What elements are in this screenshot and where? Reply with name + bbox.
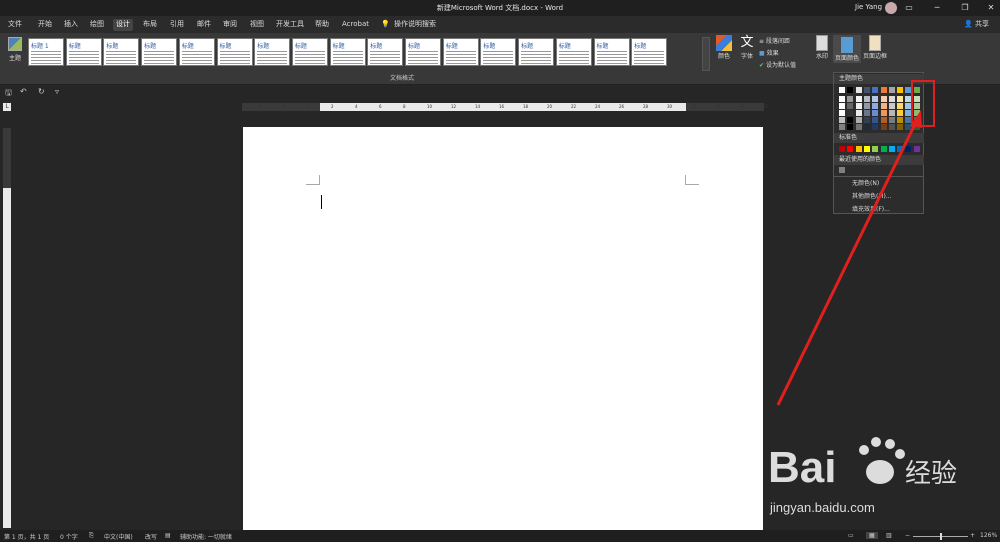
watermark-brand: Bai [768, 443, 836, 492]
paw-icon [859, 437, 905, 484]
watermark-url: jingyan.baidu.com [770, 500, 875, 515]
baidu-watermark: Bai 经验 [768, 437, 957, 492]
watermark-brand2: 经验 [905, 459, 957, 489]
